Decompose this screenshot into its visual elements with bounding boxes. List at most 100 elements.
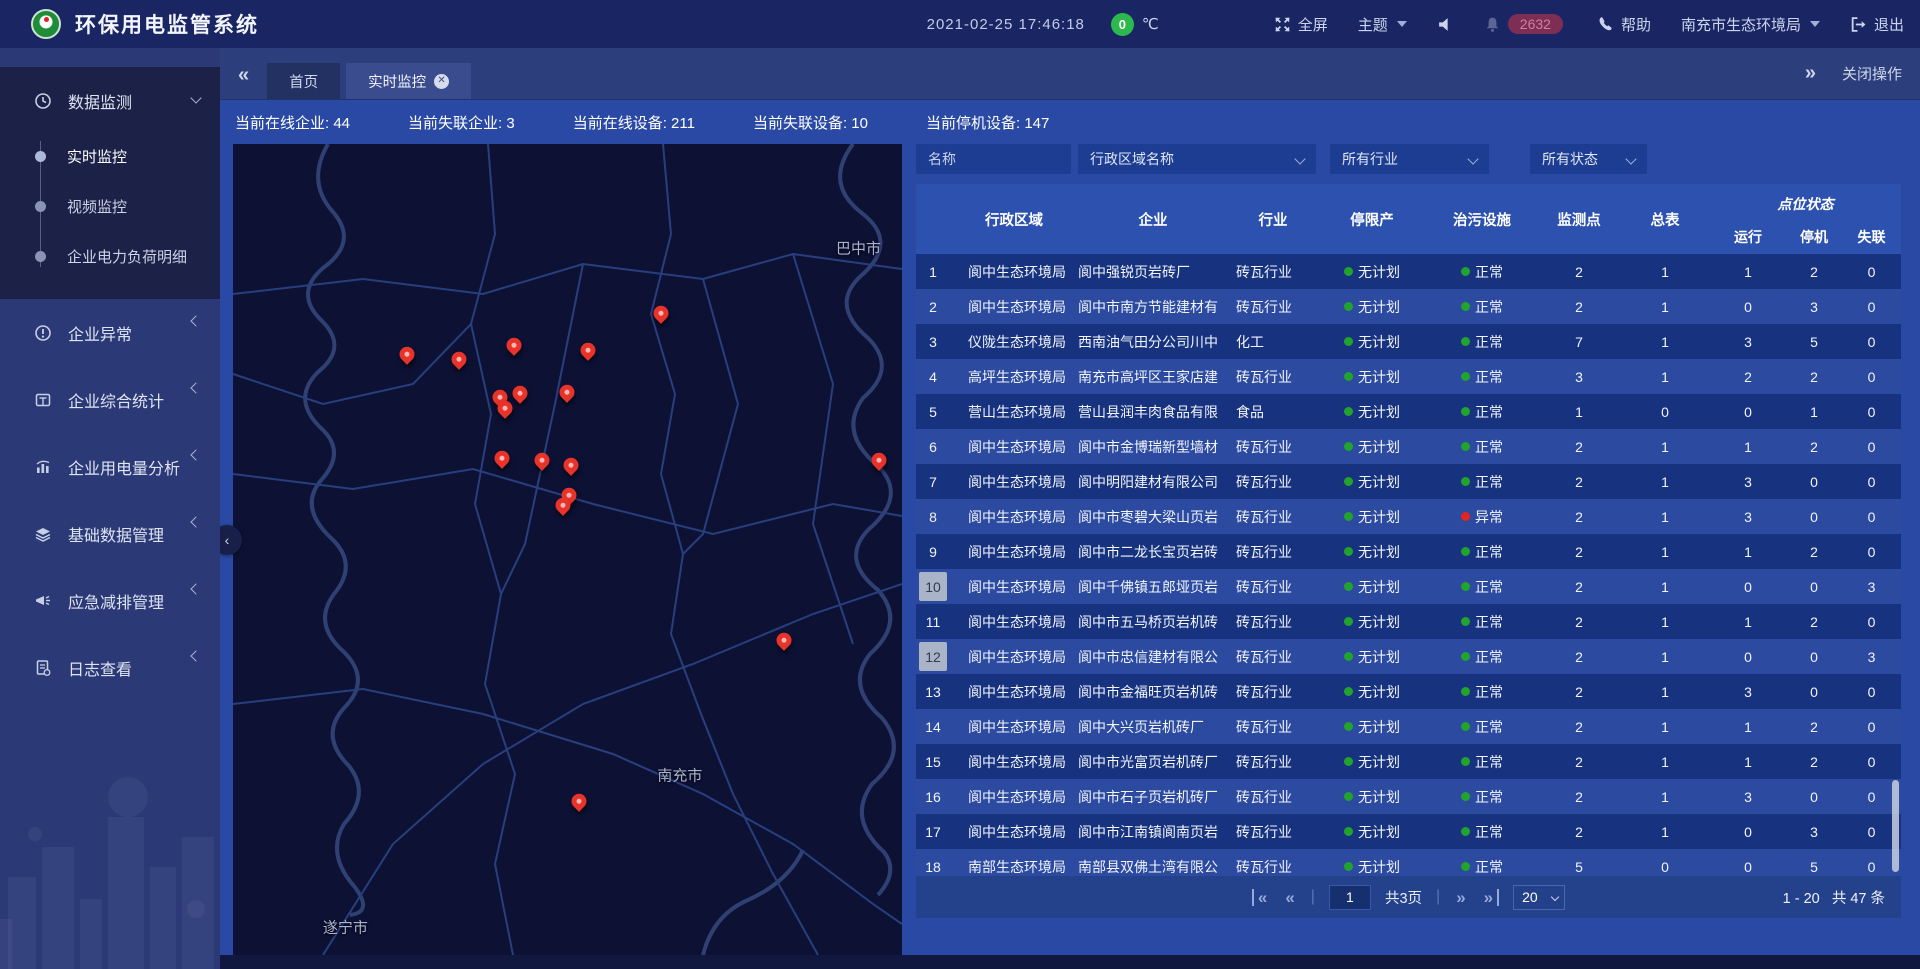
- stop-limit-label: 无计划: [1358, 297, 1400, 317]
- sidebar-subitem-企业电力负荷明细[interactable]: 企业电力负荷明细: [0, 231, 220, 281]
- table-row[interactable]: 11阆中生态环境局阆中市五马桥页岩机砖砖瓦行业无计划正常21120: [916, 604, 1901, 639]
- table-row[interactable]: 3仪陇生态环境局西南油气田分公司川中化工无计划正常71350: [916, 324, 1901, 359]
- row-number: 5: [919, 397, 947, 426]
- pollution-facility-cell: 正常: [1426, 744, 1538, 779]
- table-row[interactable]: 10阆中生态环境局阆中千佛镇五郎垭页岩砖瓦行业无计划正常21003: [916, 569, 1901, 604]
- map-panel[interactable]: 巴中市南充市遂宁市: [233, 144, 902, 955]
- table-row[interactable]: 16阆中生态环境局阆中市石子页岩机砖厂砖瓦行业无计划正常21300: [916, 779, 1901, 814]
- halt-count-cell: 0: [1786, 499, 1842, 534]
- sidebar-item-企业用电量分析[interactable]: 企业用电量分析: [0, 433, 220, 500]
- company-cell: 阆中大兴页岩机砖厂: [1078, 709, 1228, 744]
- column-header-治污设施[interactable]: 治污设施: [1426, 184, 1538, 254]
- last-page-button[interactable]: »: [1482, 889, 1499, 906]
- sidebar-item-基础数据管理[interactable]: 基础数据管理: [0, 500, 220, 567]
- megaphone-icon: [34, 592, 52, 610]
- status-dot-icon: [1344, 302, 1353, 311]
- status-dot-icon: [1344, 477, 1353, 486]
- status-select[interactable]: 所有状态: [1530, 144, 1647, 174]
- sidebar-item-应急减排管理[interactable]: 应急减排管理: [0, 567, 220, 634]
- column-subheader-停机[interactable]: 停机: [1786, 226, 1842, 248]
- name-search-input[interactable]: [928, 151, 1059, 167]
- sidebar-item-企业综合统计[interactable]: 企业综合统计: [0, 366, 220, 433]
- column-header-行业[interactable]: 行业: [1228, 184, 1318, 254]
- table-scrollbar-thumb[interactable]: [1892, 780, 1899, 872]
- tab-scroll-left-icon[interactable]: «: [238, 64, 249, 87]
- temperature-unit: ℃: [1142, 15, 1159, 33]
- status-dot-icon: [1461, 512, 1470, 521]
- table-row[interactable]: 6阆中生态环境局阆中市金博瑞新型墙材砖瓦行业无计划正常21120: [916, 429, 1901, 464]
- first-page-button[interactable]: «: [1252, 889, 1269, 906]
- table-row[interactable]: 4高坪生态环境局南充市高坪区王家店建砖瓦行业无计划正常31220: [916, 359, 1901, 394]
- page-size-select[interactable]: 20: [1513, 885, 1565, 910]
- region-cell: 阆中生态环境局: [950, 464, 1078, 499]
- map-city-label: 巴中市: [836, 237, 881, 258]
- org-menu[interactable]: 南充市生态环境局: [1681, 14, 1820, 35]
- column-header-停限产[interactable]: 停限产: [1318, 184, 1426, 254]
- total-meter-cell: 1: [1620, 499, 1710, 534]
- prev-page-button[interactable]: «: [1283, 889, 1296, 906]
- row-number-cell: 8: [916, 499, 950, 534]
- pollution-facility-label: 正常: [1475, 367, 1503, 387]
- tab-首页[interactable]: 首页: [267, 63, 340, 99]
- company-cell: 阆中千佛镇五郎垭页岩: [1078, 569, 1228, 604]
- chevron-down-icon: [1551, 892, 1559, 900]
- table-row[interactable]: 13阆中生态环境局阆中市金福旺页岩机砖砖瓦行业无计划正常21300: [916, 674, 1901, 709]
- region-select[interactable]: 行政区域名称: [1078, 144, 1316, 174]
- sidebar-item-企业异常[interactable]: 企业异常: [0, 299, 220, 366]
- logout-button[interactable]: 退出: [1850, 14, 1904, 35]
- timeline-dot-icon: [35, 151, 46, 162]
- column-header-总表[interactable]: 总表: [1620, 184, 1710, 254]
- notification-count-badge: 2632: [1508, 14, 1563, 34]
- sidebar-item-数据监测[interactable]: 数据监测: [0, 79, 220, 123]
- fullscreen-button[interactable]: 全屏: [1274, 14, 1328, 35]
- halt-count-cell: 0: [1786, 639, 1842, 674]
- table-row[interactable]: 17阆中生态环境局阆中市江南镇阆南页岩砖瓦行业无计划正常21030: [916, 814, 1901, 849]
- stop-limit-label: 无计划: [1358, 507, 1400, 527]
- column-subheader-失联[interactable]: 失联: [1842, 226, 1901, 248]
- chevron-left-icon: [190, 583, 201, 594]
- stop-limit-label: 无计划: [1358, 612, 1400, 632]
- industry-cell: 砖瓦行业: [1228, 254, 1318, 289]
- theme-menu[interactable]: 主题: [1358, 14, 1407, 35]
- tab-scroll-right-icon[interactable]: »: [1805, 62, 1816, 85]
- column-header-监测点[interactable]: 监测点: [1538, 184, 1620, 254]
- total-meter-cell: 1: [1620, 814, 1710, 849]
- help-button[interactable]: 帮助: [1597, 14, 1651, 35]
- table-row[interactable]: 2阆中生态环境局阆中市南方节能建材有砖瓦行业无计划正常21030: [916, 289, 1901, 324]
- tab-close-icon[interactable]: ✕: [434, 74, 449, 89]
- table-row[interactable]: 12阆中生态环境局阆中市忠信建材有限公砖瓦行业无计划正常21003: [916, 639, 1901, 674]
- stop-limit-cell: 无计划: [1318, 254, 1426, 289]
- status-dot-icon: [1461, 827, 1470, 836]
- lost-count-cell: 3: [1842, 639, 1901, 674]
- column-header-行政区域[interactable]: 行政区域: [950, 184, 1078, 254]
- sidebar-item-日志查看[interactable]: 日志查看: [0, 634, 220, 701]
- close-operations-button[interactable]: 关闭操作: [1842, 63, 1902, 84]
- table-row[interactable]: 7阆中生态环境局阆中明阳建材有限公司砖瓦行业无计划正常21300: [916, 464, 1901, 499]
- table-row[interactable]: 8阆中生态环境局阆中市枣碧大梁山页岩砖瓦行业无计划异常21300: [916, 499, 1901, 534]
- table-row[interactable]: 9阆中生态环境局阆中市二龙长宝页岩砖砖瓦行业无计划正常21120: [916, 534, 1901, 569]
- row-number-cell: 9: [916, 534, 950, 569]
- sidebar-subitem-实时监控[interactable]: 实时监控: [0, 131, 220, 181]
- run-count-cell: 3: [1710, 324, 1786, 359]
- next-page-button[interactable]: »: [1454, 889, 1467, 906]
- tab-实时监控[interactable]: 实时监控✕: [346, 63, 471, 99]
- column-header-企业[interactable]: 企业: [1078, 184, 1228, 254]
- table-row[interactable]: 15阆中生态环境局阆中市光富页岩机砖厂砖瓦行业无计划正常21120: [916, 744, 1901, 779]
- sidebar-nav: 数据监测实时监控视频监控企业电力负荷明细企业异常企业综合统计企业用电量分析基础数…: [0, 48, 220, 969]
- table-row[interactable]: 14阆中生态环境局阆中大兴页岩机砖厂砖瓦行业无计划正常21120: [916, 709, 1901, 744]
- table-row[interactable]: 5营山生态环境局营山县润丰肉食品有限食品无计划正常10010: [916, 394, 1901, 429]
- company-cell: 阆中市光富页岩机砖厂: [1078, 744, 1228, 779]
- column-subheader-运行[interactable]: 运行: [1710, 226, 1786, 248]
- notifications[interactable]: 2632: [1484, 14, 1563, 34]
- lost-count-cell: 3: [1842, 569, 1901, 604]
- table-row[interactable]: 18南部生态环境局南部县双佛土湾有限公砖瓦行业无计划正常50050: [916, 849, 1901, 876]
- industry-select[interactable]: 所有行业: [1330, 144, 1489, 174]
- table-row[interactable]: 1阆中生态环境局阆中强锐页岩砖厂砖瓦行业无计划正常21120: [916, 254, 1901, 289]
- page-number-input[interactable]: [1329, 885, 1371, 910]
- map-roads: [233, 144, 902, 955]
- lost-count-cell: 0: [1842, 744, 1901, 779]
- sidebar-subitem-视频监控[interactable]: 视频监控: [0, 181, 220, 231]
- status-dot-icon: [1461, 302, 1470, 311]
- fullscreen-icon: [1274, 16, 1291, 33]
- mute-button[interactable]: [1437, 16, 1454, 33]
